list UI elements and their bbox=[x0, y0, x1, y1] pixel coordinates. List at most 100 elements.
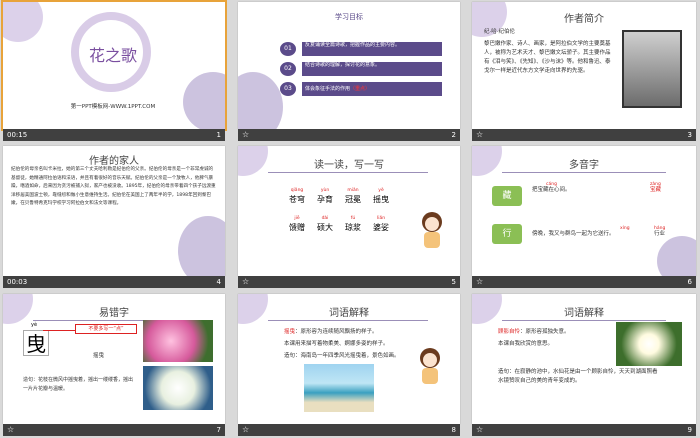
slide-number: 4 bbox=[216, 278, 221, 286]
word-item: jiē 馈赠 bbox=[289, 216, 305, 232]
goal-number: 02 bbox=[280, 62, 296, 76]
slide-number: 1 bbox=[216, 131, 221, 139]
slide-number: 5 bbox=[451, 278, 456, 286]
slide-footer: 第一PPT模板网-WWW.1PPT.COM bbox=[70, 104, 156, 110]
goal-text: 体会象征手法的作用（重点） bbox=[302, 82, 442, 96]
floral-corner bbox=[3, 2, 43, 42]
slide-caption-5: ☆ 5 bbox=[238, 276, 460, 288]
callout-arrow bbox=[43, 330, 75, 331]
goal-text: 结合诗歌的理解，探讨花的意象。 bbox=[302, 62, 442, 76]
slide-thumbnail-3[interactable]: 作者简介 纪·哈·纪伯伦 黎巴嫩作家、诗人、画家，是阿拉伯文学的主要奠基人，被称… bbox=[472, 2, 696, 129]
slide-caption-7: ☆ 7 bbox=[3, 424, 225, 436]
author-bio: 黎巴嫩作家、诗人、画家，是阿拉伯文学的主要奠基人，被称为艺术天才、黎巴嫩文坛骄子… bbox=[484, 41, 611, 74]
slide-heading: 多音字 bbox=[569, 160, 599, 171]
slide-thumbnail-8[interactable]: 词语解释 摇曳：原形容为连续随风飘扬的样子。 本课用来描写着物柔美、婀娜多姿的样… bbox=[238, 294, 460, 424]
slide-thumbnail-2[interactable]: 学习目标 01 反复诵读全篇诗歌，把握作品的主要内容。 02 结合诗歌的理解，探… bbox=[238, 2, 460, 129]
word-item: miǎn 冠冕 bbox=[345, 188, 361, 204]
slide-thumbnail-6[interactable]: 多音字 藏 cáng 把宝藏在心间。 zàng 宝藏 行 xíng 傍晚，我又与… bbox=[472, 146, 696, 276]
slide-caption-1: 00:15 1 bbox=[3, 129, 225, 141]
floral-corner bbox=[238, 72, 283, 129]
word-item: yè 摇曳 bbox=[373, 188, 389, 204]
slide-thumbnail-5[interactable]: 读一读，写一写 qiǎng 苍穹 yùn 孕育 miǎn 冠冕 yè 摇曳 jiē 馈赠 dài 硕… bbox=[238, 146, 460, 276]
cartoon-girl-icon bbox=[416, 348, 444, 388]
slide-heading: 词语解释 bbox=[329, 308, 369, 319]
word-row-2: jiē 馈赠 dài 硕大 fú 琼浆 liǎn 婆娑 bbox=[283, 214, 403, 234]
slide-number: 6 bbox=[687, 278, 692, 286]
slide-heading: 作者的家人 bbox=[89, 156, 139, 167]
heading-rule bbox=[502, 320, 666, 321]
slide-number: 2 bbox=[451, 131, 456, 139]
word-item: yùn 孕育 bbox=[317, 188, 333, 204]
word-label: 摇曳 bbox=[93, 353, 105, 359]
author-portrait bbox=[622, 30, 682, 108]
big-char-pinyin: yè bbox=[31, 322, 38, 328]
slide-thumbnail-9[interactable]: 词语解释 顾影自怜：原形容孤独失意。 本课自我欣赏的意思。 造句：在寂静的池中，… bbox=[472, 294, 696, 424]
goal-number: 01 bbox=[280, 42, 296, 56]
goal-row-3: 03 体会象征手法的作用（重点） bbox=[280, 82, 442, 96]
duration-label: 00:15 bbox=[7, 131, 28, 139]
word-item: fú 琼浆 bbox=[345, 216, 361, 232]
example-sentence: 造句：海南岛一年四季风光摇曳着，景色如画。 bbox=[284, 353, 400, 359]
slide-title: 花之歌 bbox=[88, 46, 137, 65]
beach-photo bbox=[304, 364, 374, 412]
heading-rule bbox=[502, 172, 666, 173]
slide-thumbnail-1[interactable]: 花之歌 第一PPT模板网-WWW.1PPT.COM bbox=[1, 0, 227, 131]
goal-number: 03 bbox=[280, 82, 296, 96]
slide-number: 3 bbox=[687, 131, 692, 139]
polyphone-example: xíng 傍晚，我又与群鸟一起为它送行。 háng 行业 bbox=[532, 226, 666, 237]
heading-rule bbox=[268, 320, 428, 321]
floral-corner bbox=[657, 236, 696, 276]
slide-heading: 易错字 bbox=[99, 308, 129, 319]
slide-heading: 词语解释 bbox=[564, 308, 604, 319]
author-name: 纪·哈·纪伯伦 bbox=[484, 29, 515, 35]
star-icon: ☆ bbox=[242, 130, 250, 139]
flower-photo bbox=[143, 320, 213, 362]
slide-caption-6: ☆ 6 bbox=[472, 276, 696, 288]
slide-caption-9: ☆ 9 bbox=[472, 424, 696, 436]
polyphone-tag: 藏 bbox=[492, 186, 522, 206]
star-icon: ☆ bbox=[242, 277, 250, 286]
polyphone-example: cáng 把宝藏在心间。 zàng 宝藏 bbox=[532, 182, 662, 193]
word-row-1: qiǎng 苍穹 yùn 孕育 miǎn 冠冕 yè 摇曳 bbox=[283, 186, 403, 206]
word-item: liǎn 婆娑 bbox=[373, 216, 389, 232]
goal-row-1: 01 反复诵读全篇诗歌，把握作品的主要内容。 bbox=[280, 42, 442, 56]
callout-note: 不要多写一“点” bbox=[75, 324, 137, 334]
star-icon: ☆ bbox=[7, 425, 15, 434]
example-sentence: 造句：在寂静的池中，水仙花是由一个顾影自怜，天天到湖面照看水镜赞叹自己的美的青年… bbox=[498, 369, 658, 384]
duration-label: 00:03 bbox=[7, 278, 28, 286]
big-char: 曳 bbox=[23, 330, 49, 356]
slide-caption-3: ☆ 3 bbox=[472, 129, 696, 141]
slide-heading: 读一读，写一写 bbox=[314, 160, 384, 171]
slide-caption-2: ☆ 2 bbox=[238, 129, 460, 141]
heading-rule bbox=[268, 172, 428, 173]
star-icon: ☆ bbox=[476, 277, 484, 286]
flower-photo bbox=[143, 366, 213, 410]
floral-corner bbox=[183, 72, 225, 129]
slide-body: 纪伯伦的母亲名叫卡米拉，她的第三个丈夫哈利勒是纪伯伦的父亲。纪伯伦的母亲是一个非… bbox=[11, 167, 216, 206]
star-icon: ☆ bbox=[476, 425, 484, 434]
slide-caption-4: 00:03 4 bbox=[3, 276, 225, 288]
slide-number: 8 bbox=[451, 426, 456, 434]
goal-row-2: 02 结合诗歌的理解，探讨花的意象。 bbox=[280, 62, 442, 76]
star-icon: ☆ bbox=[242, 425, 250, 434]
term-definition: 顾影自怜：原形容孤独失意。 bbox=[498, 329, 570, 335]
term-usage: 本课自我欣赏的意思。 bbox=[498, 341, 554, 347]
slide-number: 7 bbox=[216, 426, 221, 434]
slide-heading: 学习目标 bbox=[335, 13, 363, 21]
polyphone-tag: 行 bbox=[492, 224, 522, 244]
narcissus-photo bbox=[616, 322, 682, 366]
floral-corner bbox=[178, 216, 225, 276]
slide-number: 9 bbox=[687, 426, 692, 434]
goal-text: 反复诵读全篇诗歌，把握作品的主要内容。 bbox=[302, 42, 442, 56]
word-item: qiǎng 苍穹 bbox=[289, 188, 305, 204]
star-icon: ☆ bbox=[476, 130, 484, 139]
slide-thumbnail-7[interactable]: 易错字 yè 曳 不要多写一“点” 摇曳 造句：花枝在微风中摇曳着，摇出一缕缕香… bbox=[3, 294, 225, 424]
slide-caption-8: ☆ 8 bbox=[238, 424, 460, 436]
cartoon-girl-icon bbox=[418, 212, 446, 252]
term-usage: 本课用来描写着物柔美、婀娜多姿的样子。 bbox=[284, 341, 389, 347]
slide-thumbnail-4[interactable]: 作者的家人 纪伯伦的母亲名叫卡米拉，她的第三个丈夫哈利勒是纪伯伦的父亲。纪伯伦的… bbox=[3, 146, 225, 276]
slide-heading: 作者简介 bbox=[564, 14, 604, 25]
word-item: dài 硕大 bbox=[317, 216, 333, 232]
example-sentence: 造句：花枝在微风中摇曳着，摇出一缕缕香，摇出一片片花瓣与温暖。 bbox=[23, 377, 134, 392]
term-definition: 摇曳：原形容为连续随风飘扬的样子。 bbox=[284, 329, 378, 335]
